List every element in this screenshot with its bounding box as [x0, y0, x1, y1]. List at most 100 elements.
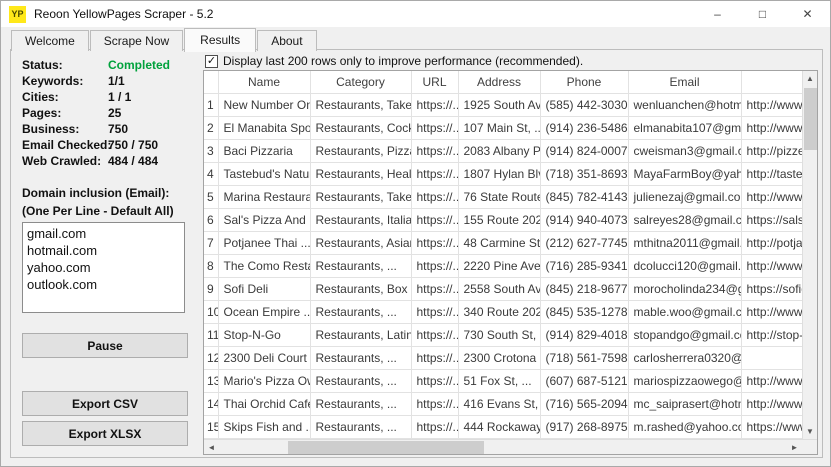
cell-address[interactable]: 2220 Pine Ave, ...	[458, 254, 540, 277]
cell-name[interactable]: Sofi Deli	[218, 277, 310, 300]
cell-phone[interactable]: (718) 351-8693;	[540, 162, 628, 185]
cell-address[interactable]: 416 Evans St, ...	[458, 392, 540, 415]
cell-email[interactable]: dcolucci120@gmail.com	[628, 254, 741, 277]
cell-rownum[interactable]: 5	[204, 185, 218, 208]
cell-email[interactable]: mc_saiprasert@hotmail.co...	[628, 392, 741, 415]
scroll-down-icon[interactable]: ▼	[803, 424, 818, 439]
table-row[interactable]: 8 The Como Restaura... Restaurants, ... …	[204, 254, 802, 277]
cell-website[interactable]	[741, 346, 802, 369]
table-row[interactable]: 1 New Number One ... Restaurants, Take .…	[204, 93, 802, 116]
cell-website[interactable]: http://www.ne	[741, 93, 802, 116]
cell-url[interactable]: https://...	[411, 139, 458, 162]
cell-rownum[interactable]: 8	[204, 254, 218, 277]
cell-rownum[interactable]: 6	[204, 208, 218, 231]
cell-email[interactable]: cweisman3@gmail.com	[628, 139, 741, 162]
cell-url[interactable]: https://...	[411, 392, 458, 415]
cell-name[interactable]: Sal's Pizza And Pasta	[218, 208, 310, 231]
cell-address[interactable]: 444 Rockaway ...	[458, 415, 540, 438]
cell-phone[interactable]: (917) 268-8975;	[540, 415, 628, 438]
table-row[interactable]: 11 Stop-N-Go Restaurants, Latin ... http…	[204, 323, 802, 346]
display-rows-label[interactable]: Display last 200 rows only to improve pe…	[223, 54, 583, 68]
cell-category[interactable]: Restaurants, ...	[310, 346, 411, 369]
table-row[interactable]: 10 Ocean Empire ... Restaurants, ... htt…	[204, 300, 802, 323]
cell-rownum[interactable]: 3	[204, 139, 218, 162]
cell-website[interactable]: http://pizzerial	[741, 139, 802, 162]
column-header-website[interactable]	[741, 71, 802, 93]
cell-name[interactable]: Thai Orchid Cafe	[218, 392, 310, 415]
cell-url[interactable]: https://...	[411, 300, 458, 323]
cell-phone[interactable]: (914) 829-4018;	[540, 323, 628, 346]
column-header-address[interactable]: Address	[458, 71, 540, 93]
cell-url[interactable]: https://...	[411, 93, 458, 116]
column-header-phone[interactable]: Phone	[540, 71, 628, 93]
cell-address[interactable]: 2083 Albany Po...	[458, 139, 540, 162]
scroll-up-icon[interactable]: ▲	[803, 71, 818, 86]
cell-url[interactable]: https://...	[411, 369, 458, 392]
cell-rownum[interactable]: 1	[204, 93, 218, 116]
table-row[interactable]: 14 Thai Orchid Cafe Restaurants, ... htt…	[204, 392, 802, 415]
cell-name[interactable]: Baci Pizzaria	[218, 139, 310, 162]
cell-name[interactable]: El Manabita Sports ...	[218, 116, 310, 139]
cell-website[interactable]: http://www.co	[741, 254, 802, 277]
vertical-scroll-thumb[interactable]	[804, 88, 817, 150]
scroll-right-icon[interactable]: ►	[787, 440, 802, 455]
cell-category[interactable]: Restaurants, Box ...	[310, 277, 411, 300]
cell-address[interactable]: 340 Route 202, ...	[458, 300, 540, 323]
cell-rownum[interactable]: 10	[204, 300, 218, 323]
cell-phone[interactable]: (845) 782-4143;	[540, 185, 628, 208]
cell-phone[interactable]: (718) 561-7598;	[540, 346, 628, 369]
cell-website[interactable]: http://www.tha	[741, 392, 802, 415]
cell-email[interactable]: elmanabita107@gmail.com	[628, 116, 741, 139]
cell-phone[interactable]: (212) 627-7745;	[540, 231, 628, 254]
cell-url[interactable]: https://...	[411, 208, 458, 231]
cell-email[interactable]: wenluanchen@hotmail.com	[628, 93, 741, 116]
minimize-icon[interactable]: –	[695, 1, 740, 27]
pause-button[interactable]: Pause	[22, 333, 188, 358]
cell-phone[interactable]: (607) 687-5121;	[540, 369, 628, 392]
cell-address[interactable]: 107 Main St, ...	[458, 116, 540, 139]
table-row[interactable]: 5 Marina Restaurant ... Restaurants, Tak…	[204, 185, 802, 208]
cell-url[interactable]: https://...	[411, 415, 458, 438]
cell-address[interactable]: 51 Fox St, ...	[458, 369, 540, 392]
cell-url[interactable]: https://...	[411, 185, 458, 208]
cell-url[interactable]: https://...	[411, 254, 458, 277]
cell-phone[interactable]: (716) 565-2094;	[540, 392, 628, 415]
cell-url[interactable]: https://...	[411, 162, 458, 185]
cell-phone[interactable]: (914) 236-5486;	[540, 116, 628, 139]
cell-url[interactable]: https://...	[411, 231, 458, 254]
table-row[interactable]: 6 Sal's Pizza And Pasta Restaurants, Ita…	[204, 208, 802, 231]
horizontal-scrollbar[interactable]: ◄ ►	[204, 440, 802, 454]
cell-rownum[interactable]: 15	[204, 415, 218, 438]
horizontal-scroll-thumb[interactable]	[288, 441, 484, 454]
cell-category[interactable]: Restaurants, ...	[310, 392, 411, 415]
cell-rownum[interactable]: 9	[204, 277, 218, 300]
column-header-name[interactable]: Name	[218, 71, 310, 93]
cell-rownum[interactable]: 12	[204, 346, 218, 369]
cell-email[interactable]: julienezaj@gmail.com	[628, 185, 741, 208]
cell-rownum[interactable]: 4	[204, 162, 218, 185]
cell-phone[interactable]: (716) 285-9341;	[540, 254, 628, 277]
cell-url[interactable]: https://...	[411, 323, 458, 346]
cell-website[interactable]: http://www.ma	[741, 185, 802, 208]
export-csv-button[interactable]: Export CSV	[22, 391, 188, 416]
cell-phone[interactable]: (914) 824-0007;	[540, 139, 628, 162]
cell-category[interactable]: Restaurants, ...	[310, 254, 411, 277]
close-icon[interactable]: ✕	[785, 1, 830, 27]
cell-name[interactable]: Skips Fish and ...	[218, 415, 310, 438]
checkbox-checked-icon[interactable]: ✓	[205, 55, 218, 68]
table-row[interactable]: 7 Potjanee Thai ... Restaurants, Asian .…	[204, 231, 802, 254]
cell-address[interactable]: 1925 South Ave...	[458, 93, 540, 116]
cell-address[interactable]: 155 Route 202, ...	[458, 208, 540, 231]
table-row[interactable]: 2 El Manabita Sports ... Restaurants, Co…	[204, 116, 802, 139]
cell-email[interactable]: mable.woo@gmail.com	[628, 300, 741, 323]
cell-category[interactable]: Restaurants, ...	[310, 415, 411, 438]
cell-email[interactable]: carlosherrera0320@gmail....	[628, 346, 741, 369]
cell-email[interactable]: mthitna2011@gmail.com	[628, 231, 741, 254]
export-xlsx-button[interactable]: Export XLSX	[22, 421, 188, 446]
cell-name[interactable]: New Number One ...	[218, 93, 310, 116]
cell-email[interactable]: morocholinda234@gmail....	[628, 277, 741, 300]
cell-phone[interactable]: (845) 218-9677;	[540, 277, 628, 300]
cell-category[interactable]: Restaurants, Take ...	[310, 93, 411, 116]
cell-rownum[interactable]: 2	[204, 116, 218, 139]
vertical-scrollbar[interactable]: ▲ ▼	[802, 71, 817, 439]
